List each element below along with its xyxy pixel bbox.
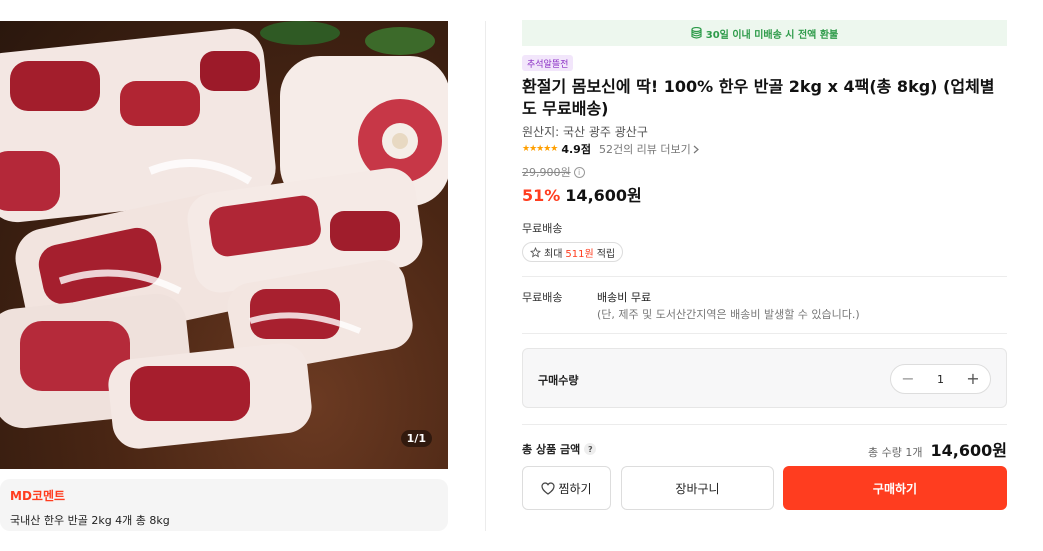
- refund-banner: 30일 이내 미배송 시 전액 환불: [522, 20, 1007, 46]
- event-tag[interactable]: 추석알뜰전: [522, 55, 574, 71]
- increase-button[interactable]: +: [965, 371, 981, 387]
- rating-row: ★★★★★ 4.9점 52건의 리뷰 더보기: [522, 141, 699, 157]
- points-chip[interactable]: 최대 511원 적립: [522, 242, 624, 262]
- review-link[interactable]: 52건의 리뷰 더보기: [599, 141, 699, 157]
- wishlist-button[interactable]: 찜하기: [522, 466, 611, 510]
- total-quantity: 총 수량 1개: [868, 446, 923, 459]
- rating-score: 4.9점: [561, 143, 591, 156]
- total-label-row: 총 상품 금액 ?: [522, 441, 597, 457]
- sale-price: 14,600원: [565, 186, 642, 205]
- divider: [522, 333, 1007, 334]
- free-shipping-label: 무료배송: [522, 222, 563, 235]
- quantity-label: 구매수량: [538, 374, 579, 387]
- cart-button[interactable]: 장바구니: [621, 466, 774, 510]
- product-origin: 원산지: 국산 광주 광산구: [522, 125, 648, 139]
- star-rating-icon: ★★★★★: [522, 144, 558, 154]
- md-comment-text: 국내산 한우 반골 2kg 4개 총 8kg: [10, 514, 170, 527]
- coin-stack-icon: [691, 27, 702, 39]
- quantity-box: 구매수량 − 1 +: [522, 348, 1007, 408]
- column-divider: [485, 21, 486, 531]
- decrease-button[interactable]: −: [900, 371, 916, 387]
- price-row: 51% 14,600원: [522, 182, 642, 206]
- discount-rate: 51%: [522, 186, 561, 205]
- product-image[interactable]: 1/1: [0, 21, 448, 469]
- shipping-method-label: 무료배송: [522, 291, 563, 304]
- divider: [522, 424, 1007, 425]
- original-price: 29,900원: [522, 166, 571, 179]
- total-label: 총 상품 금액: [522, 443, 581, 456]
- md-comment-title: MD코멘트: [10, 489, 66, 503]
- star-outline-icon: [530, 246, 541, 258]
- points-suffix: 적립: [596, 248, 616, 260]
- image-counter: 1/1: [400, 430, 432, 447]
- points-prefix: 최대: [544, 248, 563, 260]
- points-value: 511원: [565, 248, 594, 260]
- chevron-right-icon: [693, 145, 699, 153]
- wishlist-button-label: 찜하기: [558, 481, 592, 496]
- shipping-note: (단, 제주 및 도서산간지역은 배송비 발생할 수 있습니다.): [597, 308, 860, 321]
- total-price: 14,600원: [930, 441, 1007, 460]
- refund-banner-text: 30일 이내 미배송 시 전액 환불: [705, 29, 839, 41]
- info-icon[interactable]: i: [573, 166, 585, 178]
- review-link-label: 52건의 리뷰 더보기: [598, 143, 691, 156]
- buy-button[interactable]: 구매하기: [783, 466, 1007, 510]
- total-summary: 총 수량 1개 14,600원: [868, 437, 1007, 461]
- shipping-fee: 배송비 무료: [597, 291, 652, 304]
- product-title: 환절기 몸보신에 딱! 100% 한우 반골 2kg x 4팩(총 8kg) (…: [522, 77, 995, 118]
- heart-icon: [541, 481, 556, 495]
- beef-bone-illustration: [0, 21, 448, 449]
- md-comment-box: MD코멘트 국내산 한우 반골 2kg 4개 총 8kg: [0, 479, 448, 531]
- help-icon[interactable]: ?: [584, 443, 597, 455]
- divider: [522, 276, 1007, 277]
- quantity-stepper: − 1 +: [890, 364, 991, 394]
- original-price-row: 29,900원 i: [522, 164, 585, 180]
- quantity-value[interactable]: 1: [937, 373, 944, 386]
- product-info-panel: 30일 이내 미배송 시 전액 환불 추석알뜰전 환절기 몸보신에 딱! 100…: [522, 0, 1007, 551]
